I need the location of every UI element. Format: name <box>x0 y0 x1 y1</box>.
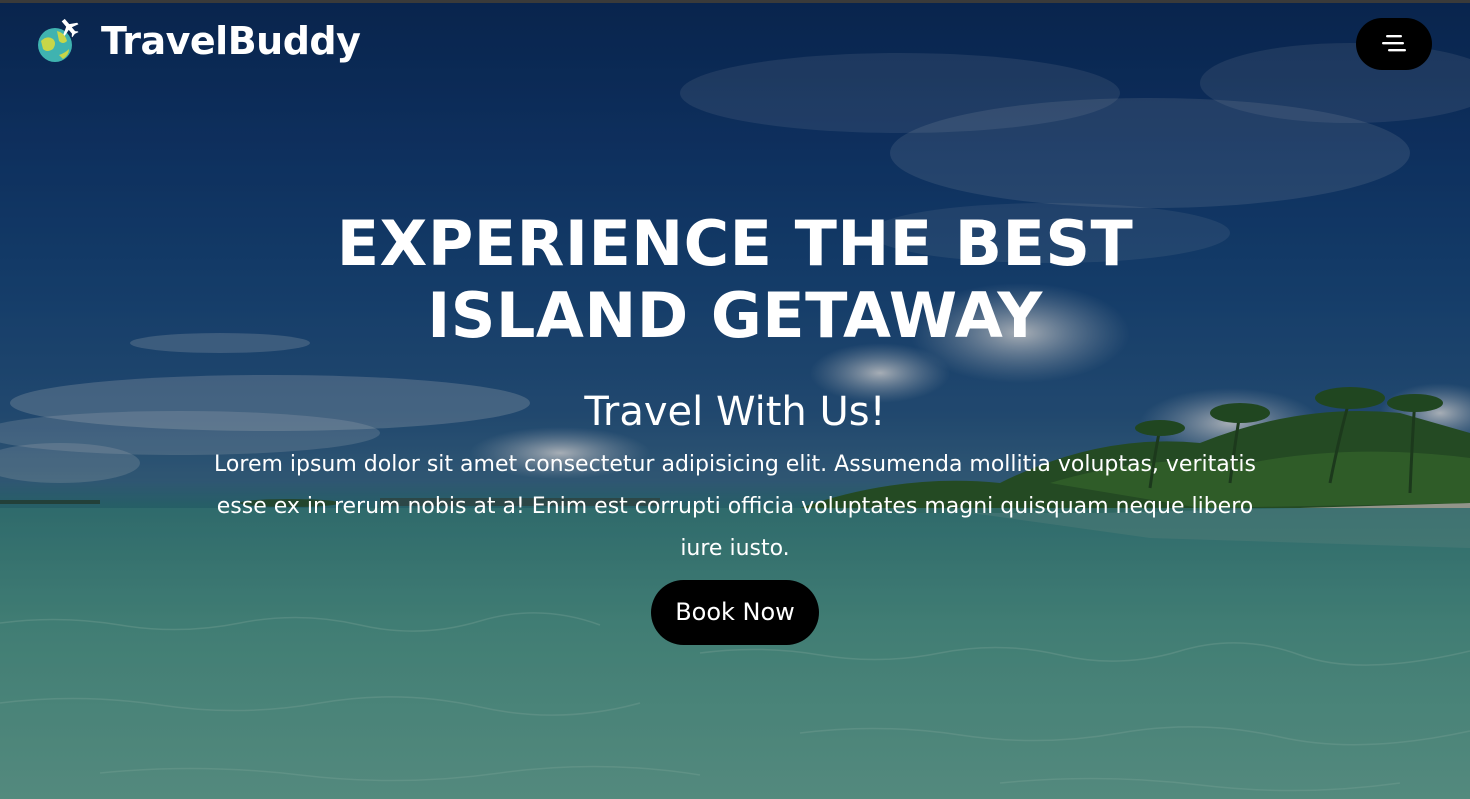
hamburger-menu-icon <box>1382 34 1406 55</box>
book-now-button[interactable]: Book Now <box>651 580 819 645</box>
hero-section: EXPERIENCE THE BEST ISLAND GETAWAY Trave… <box>0 208 1470 645</box>
hero-title: EXPERIENCE THE BEST ISLAND GETAWAY <box>336 207 1134 352</box>
brand-name: TravelBuddy <box>101 19 361 63</box>
page: TravelBuddy EXPERIENCE THE BEST ISLAND G… <box>0 0 1470 799</box>
brand-logo-link[interactable]: TravelBuddy <box>33 17 361 65</box>
menu-button[interactable] <box>1356 18 1432 70</box>
hero-description: Lorem ipsum dolor sit amet consectetur a… <box>214 452 1256 561</box>
globe-plane-icon <box>33 17 81 65</box>
hero-subtitle: Travel With Us! <box>584 389 886 435</box>
site-header: TravelBuddy <box>0 3 1470 89</box>
